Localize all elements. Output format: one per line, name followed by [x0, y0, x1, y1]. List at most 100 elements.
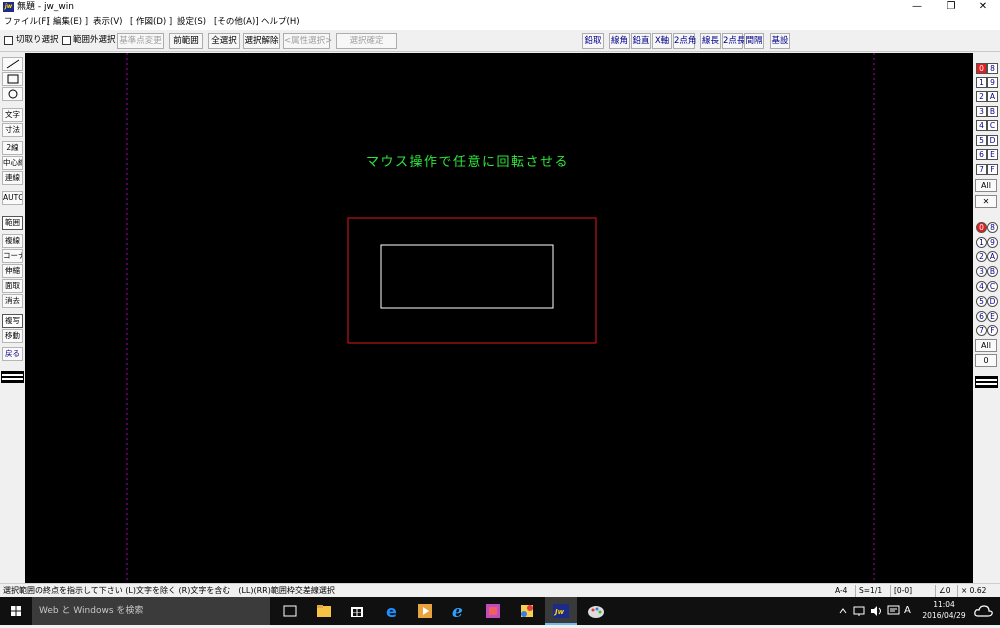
corner-tool-button[interactable]: コーナー [2, 249, 23, 263]
cloud-notification-icon[interactable] [973, 603, 995, 619]
close-button[interactable]: ✕ [966, 0, 1000, 14]
line-style-indicator[interactable] [1, 371, 24, 383]
layer-group-d[interactable]: D [987, 135, 998, 146]
layer-group-all-button[interactable]: All [975, 179, 997, 192]
media-player-icon[interactable] [415, 601, 435, 621]
circle-tool-button[interactable] [2, 87, 23, 101]
layer-8[interactable]: 8 [987, 222, 998, 233]
layer-6[interactable]: 6 [976, 311, 987, 322]
volume-icon[interactable] [870, 605, 884, 617]
continuous-line-tool-button[interactable]: 連線 [2, 171, 23, 185]
toolbar-right-button-5[interactable]: 2点角 [673, 33, 696, 49]
layer-d[interactable]: D [987, 296, 998, 307]
image-app-icon[interactable] [483, 601, 503, 621]
layer-3[interactable]: 3 [976, 266, 987, 277]
layer-group-x-button[interactable]: ✕ [975, 195, 997, 208]
chamfer-tool-button[interactable]: 面取 [2, 279, 23, 293]
layer-group-4[interactable]: 4 [976, 120, 987, 131]
layer-group-2[interactable]: 2 [976, 91, 987, 102]
network-icon[interactable] [853, 605, 867, 617]
toolbar-right-button-4[interactable]: X軸 [652, 33, 672, 49]
scale-indicator[interactable]: S=1/1 [855, 585, 882, 597]
text-tool-button[interactable]: 文字 [2, 108, 23, 122]
angle-indicator[interactable]: ∠0 [935, 585, 951, 597]
menu-help[interactable]: ヘルプ(H) [261, 16, 300, 28]
menu-view[interactable]: 表示(V) [93, 16, 122, 28]
layer-group-1[interactable]: 1 [976, 77, 987, 88]
layer-0[interactable]: 0 [976, 222, 987, 233]
layer-group-a[interactable]: A [987, 91, 998, 102]
offset-tool-button[interactable]: 複線 [2, 234, 23, 248]
layer-line-indicator[interactable] [975, 376, 998, 388]
range-tool-button[interactable]: 範囲 [2, 216, 23, 230]
layer-2[interactable]: 2 [976, 251, 987, 262]
centerline-tool-button[interactable]: 中心線 [2, 156, 23, 170]
layer-7[interactable]: 7 [976, 325, 987, 336]
toolbar-right-button-8[interactable]: 間隔 [744, 33, 764, 49]
layer-group-f[interactable]: F [987, 164, 998, 175]
toolbar-right-button-3[interactable]: 鉛直 [631, 33, 651, 49]
erase-tool-button[interactable]: 消去 [2, 294, 23, 308]
move-tool-button[interactable]: 移動 [2, 329, 23, 343]
show-hidden-icons-chevron-icon[interactable] [838, 606, 848, 616]
layer-group-5[interactable]: 5 [976, 135, 987, 146]
minimize-button[interactable]: — [900, 0, 934, 14]
auto-tool-button[interactable]: AUTO [2, 191, 23, 205]
store-icon[interactable] [347, 601, 367, 621]
toolbar-right-button-7[interactable]: 2点長 [722, 33, 745, 49]
toolbar-right-button-2[interactable]: 線角 [609, 33, 630, 49]
edge-browser-icon[interactable]: e [382, 601, 402, 621]
layer-c[interactable]: C [987, 281, 998, 292]
palette-app-icon[interactable] [586, 601, 606, 621]
prev-range-button[interactable]: 前範囲 [169, 33, 203, 49]
layer-group-8[interactable]: 8 [987, 63, 998, 74]
internet-explorer-icon[interactable]: e [449, 601, 469, 621]
ime-indicator[interactable]: A [904, 604, 911, 618]
layer-all-button[interactable]: All [975, 339, 997, 352]
layer-group-c[interactable]: C [987, 120, 998, 131]
toolbar-right-button-6[interactable]: 線長 [700, 33, 721, 49]
select-all-button[interactable]: 全選択 [208, 33, 240, 49]
menu-draw[interactable]: [ 作図(D) ] [130, 16, 172, 28]
copy-tool-button[interactable]: 複写 [2, 314, 23, 328]
layer-f[interactable]: F [987, 325, 998, 336]
toolbar-right-button-9[interactable]: 基設 [770, 33, 790, 49]
task-view-icon[interactable] [280, 601, 300, 621]
layer-group-3[interactable]: 3 [976, 106, 987, 117]
layer-zero-button[interactable]: 0 [975, 354, 997, 367]
toolbar-right-button-1[interactable]: 鉛取 [582, 33, 604, 49]
restore-button[interactable]: ❐ [934, 0, 968, 14]
clock-date[interactable]: 2016/04/29 [921, 610, 967, 621]
confirm-selection-button[interactable]: 選択確定 [336, 33, 397, 49]
layer-group-9[interactable]: 9 [987, 77, 998, 88]
layer-1[interactable]: 1 [976, 237, 987, 248]
stretch-tool-button[interactable]: 伸縮 [2, 264, 23, 278]
current-layer-indicator[interactable]: [0-0] [890, 585, 912, 597]
layer-b[interactable]: B [987, 266, 998, 277]
layer-group-0[interactable]: 0 [976, 63, 987, 74]
action-center-message-icon[interactable] [887, 605, 900, 617]
paper-size[interactable]: A-4 [832, 585, 847, 597]
clock-time[interactable]: 11:04 [931, 599, 957, 610]
deselect-button[interactable]: 選択解除 [243, 33, 280, 49]
double-line-tool-button[interactable]: 2線 [2, 141, 23, 155]
undo-button[interactable]: 戻る [2, 347, 23, 361]
dimension-tool-button[interactable]: 寸法 [2, 123, 23, 137]
outside-range-checkbox[interactable] [62, 36, 71, 45]
layer-group-6[interactable]: 6 [976, 149, 987, 160]
layer-a[interactable]: A [987, 251, 998, 262]
rectangle-tool-button[interactable] [2, 72, 23, 86]
start-button[interactable] [0, 597, 32, 625]
cut-select-checkbox[interactable] [4, 36, 13, 45]
zoom-indicator[interactable]: × 0.62 [957, 585, 986, 597]
base-point-button[interactable]: 基準点変更 [117, 33, 164, 49]
file-explorer-icon[interactable] [314, 601, 334, 621]
drawn-rectangle[interactable] [380, 244, 554, 309]
menu-settings[interactable]: 設定(S) [177, 16, 206, 28]
layer-group-b[interactable]: B [987, 106, 998, 117]
paint-app-icon[interactable] [517, 601, 537, 621]
layer-group-e[interactable]: E [987, 149, 998, 160]
layer-5[interactable]: 5 [976, 296, 987, 307]
menu-file[interactable]: ファイル(F) [4, 16, 50, 28]
layer-e[interactable]: E [987, 311, 998, 322]
